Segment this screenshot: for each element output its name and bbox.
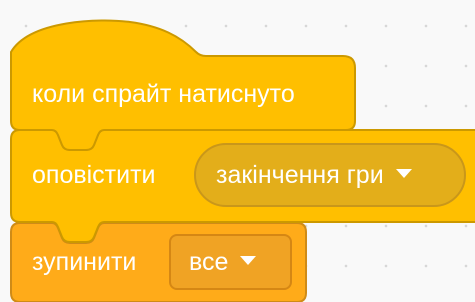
- hat-block[interactable]: [10, 19, 356, 151]
- stop-option-dropdown[interactable]: все: [169, 234, 292, 290]
- dropdown-arrow-icon: [395, 168, 412, 178]
- dropdown-arrow-icon: [240, 255, 257, 265]
- broadcast-message-dropdown[interactable]: закінчення гри: [194, 143, 466, 207]
- stop-option-value: все: [189, 248, 229, 276]
- broadcast-message-value: закінчення гри: [216, 161, 384, 189]
